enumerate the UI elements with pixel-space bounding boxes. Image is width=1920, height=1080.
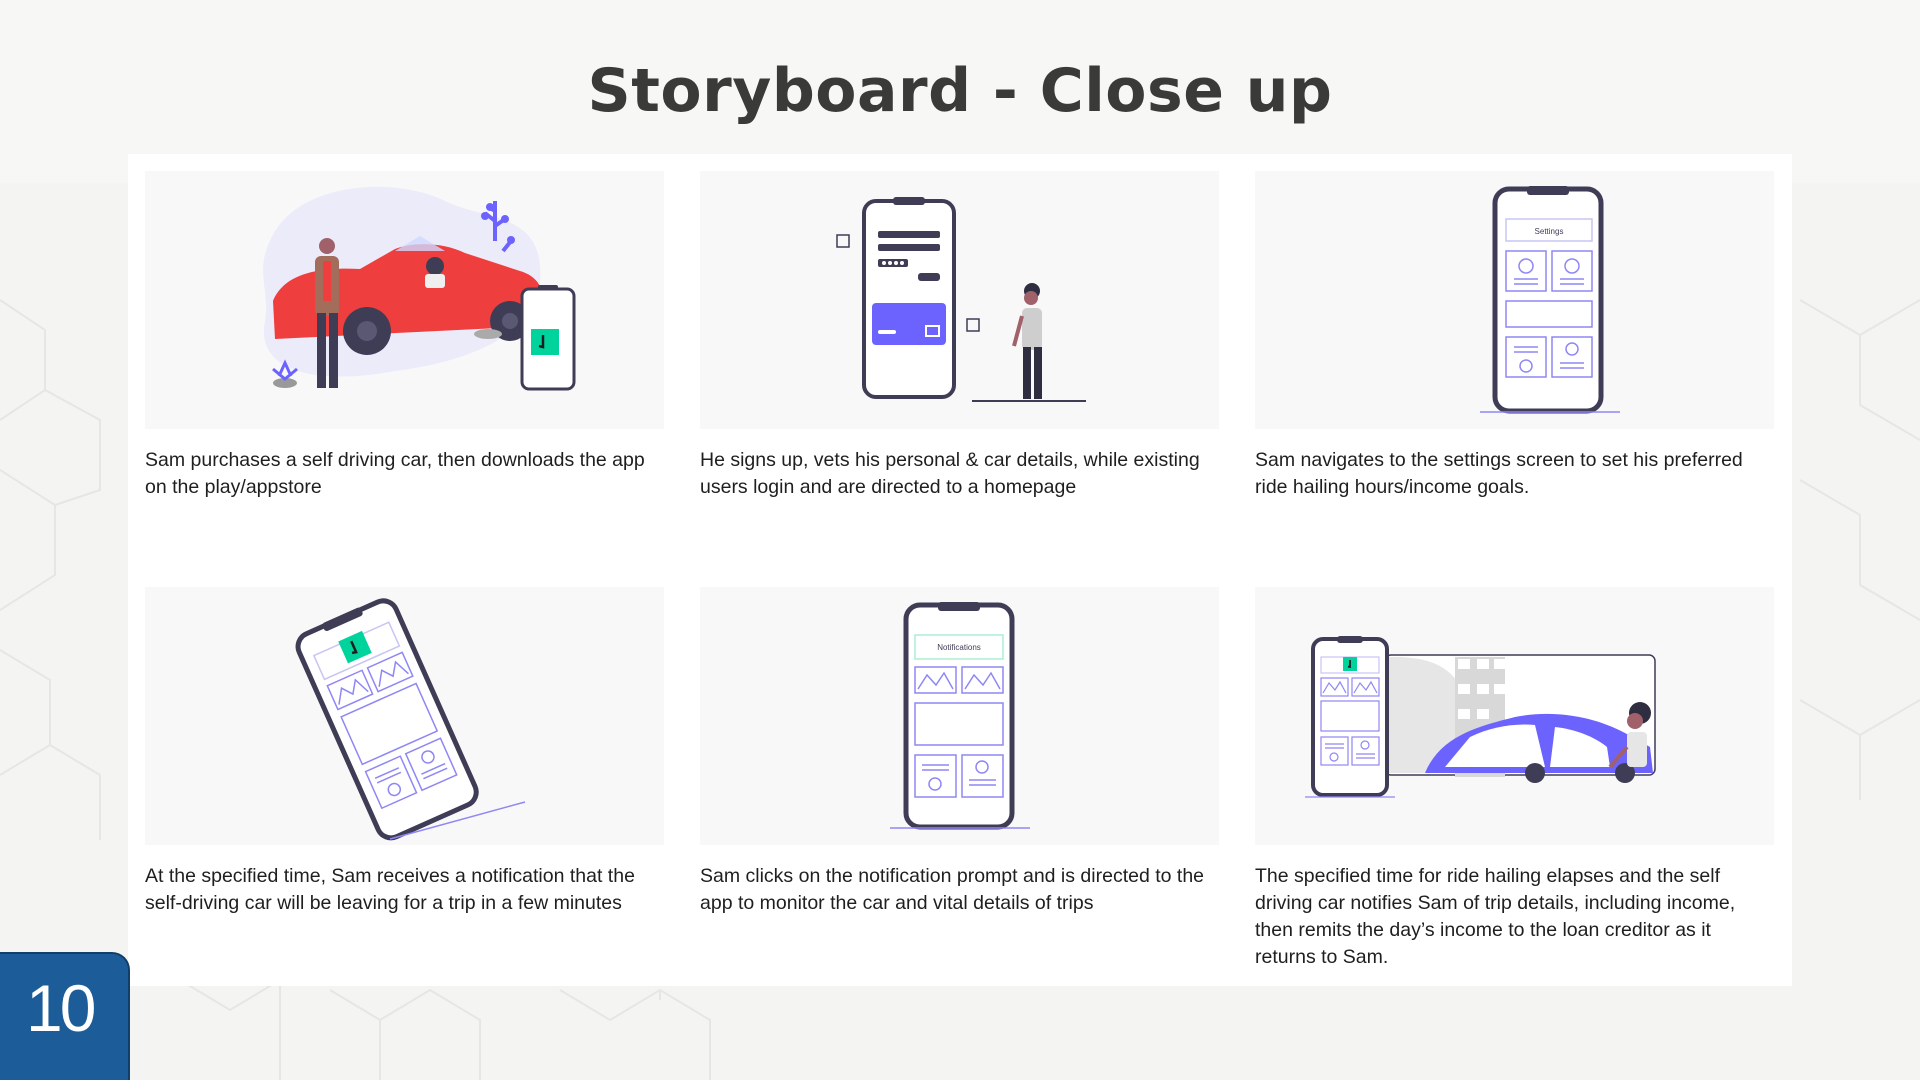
- notification-phone-illustration: [295, 598, 526, 841]
- settings-screen-label: Settings: [1535, 227, 1564, 236]
- storyboard-frame-6: The specified time for ride hailing elap…: [1255, 587, 1774, 971]
- frame-5-caption: Sam clicks on the notification prompt an…: [700, 865, 1205, 914]
- car-return-illustration: [1305, 636, 1656, 798]
- storyboard-frame-4: At the specified time, Sam receives a no…: [145, 587, 664, 917]
- frame-1-caption: Sam purchases a self driving car, then d…: [145, 449, 645, 498]
- notifications-screen-illustration: Notifications: [890, 602, 1030, 830]
- frame-1-illustration: [145, 171, 664, 429]
- frame-5-illustration: Notifications: [700, 587, 1219, 845]
- storyboard-frame-2: He signs up, vets his personal & car det…: [700, 171, 1219, 501]
- page-number: 10: [26, 971, 96, 1045]
- frame-4-illustration: [145, 587, 664, 845]
- frame-6-illustration: [1255, 587, 1774, 845]
- frame-2-illustration: [700, 171, 1219, 429]
- settings-screen-illustration: Settings: [1480, 186, 1620, 414]
- frame-3-illustration: Settings: [1255, 171, 1774, 429]
- frame-2-caption: He signs up, vets his personal & car det…: [700, 449, 1200, 498]
- notifications-screen-label: Notifications: [937, 643, 981, 652]
- frame-3-caption: Sam navigates to the settings screen to …: [1255, 449, 1743, 498]
- storyboard-panel: Sam purchases a self driving car, then d…: [128, 154, 1792, 986]
- frame-4-caption: At the specified time, Sam receives a no…: [145, 865, 635, 914]
- slide-title: Storyboard - Close up: [587, 56, 1333, 126]
- car-purchase-illustration: [263, 186, 576, 391]
- storyboard-frame-5: Notifications Sam clicks on the notifica…: [700, 587, 1219, 917]
- frame-6-caption: The specified time for ride hailing elap…: [1255, 865, 1736, 968]
- sign-up-illustration: [836, 197, 1086, 402]
- page-number-badge: 10: [0, 952, 130, 1080]
- storyboard-frame-3: Settings Sam navigates to the settings s…: [1255, 171, 1774, 501]
- storyboard-frame-1: Sam purchases a self driving car, then d…: [145, 171, 664, 501]
